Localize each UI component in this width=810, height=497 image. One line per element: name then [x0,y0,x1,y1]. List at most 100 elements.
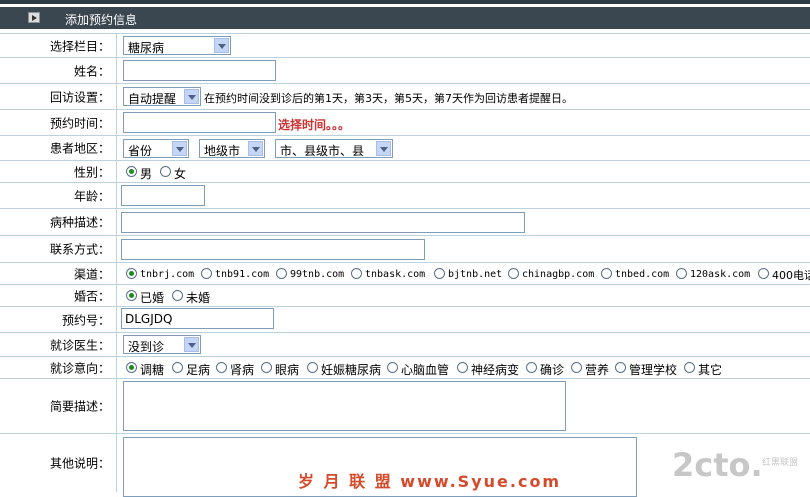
appt-time-input[interactable] [123,112,276,133]
intent-radio[interactable] [615,362,626,373]
channel-radio[interactable] [758,268,769,279]
channel-radio[interactable] [601,268,612,279]
intent-option-label: 神经病变 [471,363,520,377]
intent-radio[interactable] [307,362,318,373]
channel-option-label: tnb91.com [215,269,270,280]
intent-option-label: 确诊 [540,363,565,377]
channel-option-label: tnbrj.com [140,269,195,280]
row-name: 姓名： [0,58,810,84]
channel-radio[interactable] [676,268,687,279]
province-select[interactable]: 省份 [123,139,189,158]
row-marital: 婚否： 已婚 未婚 [0,285,810,307]
row-channel: 渠道： tnbrj.com tnb91.com 99tnb.com tnbask… [0,263,810,285]
row-contact: 联系方式： [0,236,810,263]
row-appt-time: 预约时间： 选择时间。。。 [0,110,810,136]
disease-desc-input[interactable] [121,212,525,233]
row-followup: 回访设置： 自动提醒 在预约时间没到诊后的第1天，第3天，第5天，第7天作为回访… [0,84,810,110]
channel-radio[interactable] [126,268,137,279]
row-intent: 就诊意向： 调糖 足病 肾病 眼病 妊娠糖尿病 心脑血管 神经病变 确诊 营养 … [0,357,810,379]
intent-option-label: 心脑血管 [401,363,450,377]
intent-radio[interactable] [571,362,582,373]
channel-option-label: 400电话 [772,269,810,282]
chevron-down-icon [376,141,391,156]
marital-label: 婚否： [73,289,110,303]
gender-male-radio[interactable] [126,166,137,177]
top-border [0,0,810,4]
appt-time-label: 预约时间： [49,116,110,130]
county-select[interactable]: 市、县级市、县 [275,139,393,158]
row-gender: 性别： 男 女 [0,161,810,183]
brief-textarea[interactable] [123,381,566,431]
row-disease-desc: 病种描述： [0,209,810,236]
gender-male-label: 男 [140,167,153,181]
chevron-down-icon [172,141,187,156]
channel-option-label: tnbed.com [615,269,670,280]
intent-radio[interactable] [457,362,468,373]
disease-desc-label: 病种描述： [49,215,110,230]
chevron-down-icon [184,337,199,352]
intent-radio[interactable] [216,362,227,373]
channel-option-label: tnbask.com [365,269,426,280]
marital-single-radio[interactable] [172,290,183,301]
chevron-down-icon [184,89,199,104]
row-region: 患者地区： 省份 地级市 市、县级市、县 [0,136,810,161]
channel-radio[interactable] [276,268,287,279]
channel-option-label: 99tnb.com [290,269,345,280]
channel-radio[interactable] [434,268,445,279]
channel-option-label: bjtnb.net [448,269,503,280]
intent-option-label: 其它 [698,363,723,377]
intent-radio[interactable] [387,362,398,373]
intent-radio[interactable] [261,362,272,373]
chevron-down-icon [214,38,229,53]
intent-option-label: 调糖 [140,363,165,377]
channel-radio[interactable] [351,268,362,279]
name-input[interactable] [123,60,276,81]
intent-option-label: 足病 [186,363,211,377]
intent-option-label: 眼病 [275,363,300,377]
name-label: 姓名： [73,64,110,78]
intent-option-label: 管理学校 [629,363,678,377]
contact-input[interactable] [121,239,425,260]
marital-single-label: 未婚 [186,291,211,305]
intent-label: 就诊意向： [49,361,110,375]
appt-time-picker-link[interactable]: 选择时间。。。 [278,116,350,133]
column-label: 选择栏目： [49,39,110,53]
column-select[interactable]: 糖尿病 [123,36,231,55]
city-select[interactable]: 地级市 [199,139,265,158]
form-header: 添加预约信息 [0,7,810,29]
intent-radio[interactable] [126,362,137,373]
site-watermark: 岁 月 联 盟 www.Syue.com [298,472,562,491]
marital-married-radio[interactable] [126,290,137,301]
followup-select[interactable]: 自动提醒 [123,87,201,106]
intent-radio[interactable] [172,362,183,373]
age-input[interactable] [121,185,205,206]
channel-option-label: chinagbp.com [522,269,595,280]
age-label: 年龄： [73,189,110,203]
doctor-select[interactable]: 没到诊 [123,335,201,354]
row-column: 选择栏目： 糖尿病 [0,33,810,58]
row-brief: 简要描述： [0,379,810,434]
gender-female-label: 女 [174,167,187,181]
other-label: 其他说明： [49,456,110,471]
gender-female-radio[interactable] [160,166,171,177]
intent-radio[interactable] [684,362,695,373]
logo-watermark: 2cto. [672,446,763,484]
row-appt-no: 预约号： DLGJDQ [0,307,810,333]
brief-label: 简要描述： [49,399,110,414]
form-title: 添加预约信息 [65,13,138,27]
channel-option-label: 120ask.com [690,269,751,280]
channel-radio[interactable] [508,268,519,279]
play-icon [28,12,40,23]
intent-radio[interactable] [526,362,537,373]
intent-option-label: 妊娠糖尿病 [321,363,382,377]
logo-watermark-sub: 红黑联盟 [762,458,799,468]
contact-label: 联系方式： [49,242,110,257]
channel-radio[interactable] [201,268,212,279]
followup-note: 在预约时间没到诊后的第1天，第3天，第5天，第7天作为回访患者提醒日。 [204,92,573,105]
doctor-label: 就诊医生： [49,338,110,352]
intent-option-label: 营养 [585,363,610,377]
region-label: 患者地区： [49,141,110,156]
intent-option-label: 肾病 [230,363,255,377]
followup-label: 回访设置： [49,90,110,104]
appt-no-input[interactable]: DLGJDQ [121,308,274,329]
